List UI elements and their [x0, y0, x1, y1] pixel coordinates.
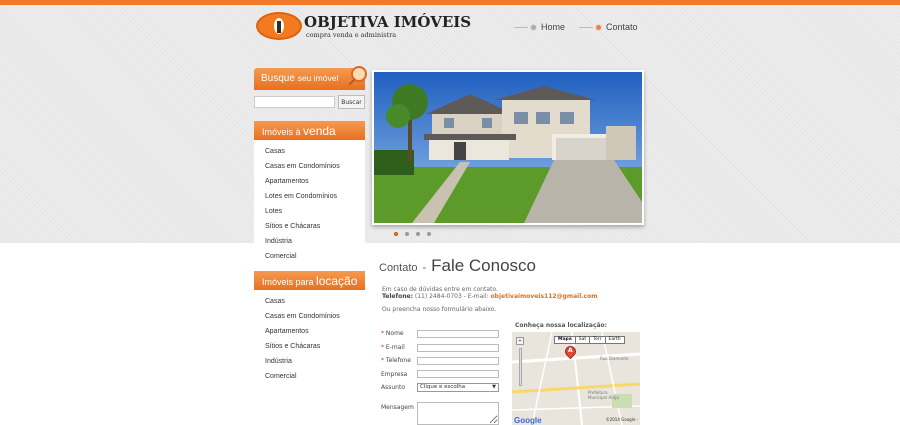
zoom-in-button[interactable]: + [516, 337, 524, 345]
locacao-menu: Imóveis para locação Casas Casas em Cond… [254, 271, 365, 384]
hero-slide[interactable] [372, 70, 644, 225]
form-intro: Ou preencha nosso formulário abaixo. [382, 306, 497, 313]
contact-intro: Em caso de dúvidas entre em contato. Tel… [382, 286, 597, 300]
bullet-icon [530, 23, 537, 31]
locacao-item-sitios[interactable]: Sítios e Chácaras [254, 339, 365, 354]
place-label: Prefeitura Municipal Arujá [588, 390, 619, 400]
slider-dot[interactable] [405, 232, 409, 236]
nav-divider [514, 26, 528, 28]
nav-divider [579, 26, 594, 28]
slider-dots [394, 232, 438, 236]
slider-dot[interactable] [427, 232, 431, 236]
locacao-title-a: Imóveis para [262, 277, 314, 287]
assunto-label: Assunto [381, 384, 405, 391]
locacao-title-b: locação [316, 274, 358, 288]
map-tab-sat[interactable]: Sat [574, 336, 591, 344]
search-title-a: Busque [261, 73, 295, 84]
locacao-item-comercial[interactable]: Comercial [254, 369, 365, 384]
intro-line: Em caso de dúvidas entre em contato. [382, 286, 498, 293]
venda-item-comercial[interactable]: Comercial [254, 249, 365, 264]
email-link[interactable]: objetivaimoveis112@gmail.com [491, 293, 598, 300]
venda-header: Imóveis à venda [254, 121, 365, 140]
logo-tagline: compra venda e administra [306, 31, 397, 39]
slider-dot[interactable] [394, 232, 398, 236]
nome-label: * Nome [381, 330, 404, 337]
slider-dot[interactable] [416, 232, 420, 236]
venda-menu: Imóveis à venda Casas Casas em Condomíni… [254, 121, 365, 264]
mensagem-label: Mensagem [381, 404, 414, 411]
venda-item-lotes-condominios[interactable]: Lotes em Condomínios [254, 189, 365, 204]
venda-item-casas-condominios[interactable]: Casas em Condomínios [254, 159, 365, 174]
road-label: Rua Diamante [600, 356, 629, 361]
assunto-select[interactable]: Clique e escolha ▼ [417, 383, 499, 392]
email-field[interactable] [417, 344, 499, 352]
location-map[interactable]: + Mapa Sat Terr Earth A Rua Diamante Pre… [512, 332, 640, 425]
map-type-tabs: Mapa Sat Terr Earth [554, 336, 625, 344]
venda-item-apartamentos[interactable]: Apartamentos [254, 174, 365, 189]
phone-value: (11) 2484-0703 - E-mail: [414, 293, 489, 300]
venda-title-a: Imóveis à [262, 127, 301, 137]
telefone-label: * Telefone [381, 357, 411, 364]
nome-field[interactable] [417, 330, 499, 338]
magnifier-icon [351, 66, 367, 82]
title-prefix: Contato [379, 262, 418, 274]
map-roads [512, 332, 640, 425]
logo-name: OBJETIVA IMÓVEIS [304, 13, 472, 31]
title-main: Fale Conosco [431, 256, 536, 275]
bullet-icon [595, 23, 603, 31]
venda-item-casas[interactable]: Casas [254, 144, 365, 159]
map-tab-mapa[interactable]: Mapa [554, 336, 576, 344]
venda-item-lotes[interactable]: Lotes [254, 204, 365, 219]
nav-home-link[interactable]: Home [541, 22, 565, 32]
locacao-item-apartamentos[interactable]: Apartamentos [254, 324, 365, 339]
search-title-b: seu imóvel [297, 73, 339, 83]
search-input[interactable] [254, 96, 335, 108]
map-tab-terr[interactable]: Terr [589, 336, 606, 344]
map-copyright: ©2014 Google - [605, 417, 638, 422]
map-tab-earth[interactable]: Earth [604, 336, 625, 344]
logo-emblem-icon [256, 12, 302, 40]
email-label: * E-mail [381, 344, 405, 351]
assunto-selected: Clique e escolha [420, 384, 466, 390]
locacao-item-industria[interactable]: Indústria [254, 354, 365, 369]
empresa-label: Empresa [381, 371, 408, 378]
title-separator: - [422, 262, 427, 274]
venda-item-industria[interactable]: Indústria [254, 234, 365, 249]
chevron-down-icon: ▼ [492, 384, 496, 390]
site-logo[interactable]: OBJETIVA IMÓVEIS compra venda e administ… [256, 12, 471, 42]
search-header: Busque seu imóvel [254, 66, 367, 90]
locacao-item-casas[interactable]: Casas [254, 294, 365, 309]
locacao-item-casas-condominios[interactable]: Casas em Condomínios [254, 309, 365, 324]
house-photo [374, 72, 642, 223]
phone-label: Telefone: [382, 293, 413, 300]
telefone-field[interactable] [417, 357, 499, 365]
venda-title-b: venda [303, 124, 336, 138]
top-nav: Home Contato [514, 20, 652, 34]
map-title: Conheça nossa localização: [515, 322, 608, 329]
zoom-slider[interactable] [519, 348, 522, 386]
locacao-header: Imóveis para locação [254, 271, 365, 290]
map-marker-label: A [568, 347, 573, 354]
venda-item-sitios[interactable]: Sítios e Chácaras [254, 219, 365, 234]
google-logo: Google [514, 416, 542, 425]
search-button[interactable]: Buscar [338, 95, 365, 109]
mensagem-field[interactable] [417, 402, 499, 425]
page-title: Contato - Fale Conosco [379, 256, 536, 276]
nav-contato-link[interactable]: Contato [606, 22, 638, 32]
empresa-field[interactable] [417, 370, 499, 378]
